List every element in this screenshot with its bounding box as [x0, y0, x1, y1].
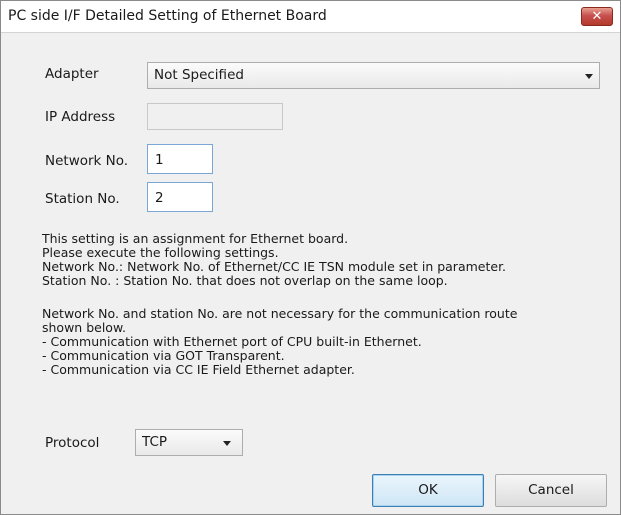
- title-bar: PC side I/F Detailed Setting of Ethernet…: [1, 1, 620, 33]
- ethernet-board-settings-dialog: PC side I/F Detailed Setting of Ethernet…: [0, 0, 621, 515]
- close-button[interactable]: ✕: [581, 7, 613, 26]
- adapter-selected-value: Not Specified: [154, 67, 244, 83]
- network-no-value: 1: [155, 152, 164, 168]
- ip-address-label: IP Address: [45, 109, 116, 125]
- ip-address-field: [147, 103, 283, 130]
- description-line: - Communication via GOT Transparent.: [42, 348, 285, 363]
- description-line: Network No. and station No. are not nece…: [42, 306, 518, 321]
- network-no-label: Network No.: [45, 153, 129, 169]
- description-line: Network No.: Network No. of Ethernet/CC …: [42, 259, 507, 274]
- protocol-label: Protocol: [45, 435, 100, 451]
- protocol-selected-value: TCP: [142, 434, 168, 450]
- station-no-field[interactable]: 2: [147, 182, 213, 212]
- adapter-label: Adapter: [45, 66, 99, 82]
- description-line: Please execute the following settings.: [42, 245, 279, 260]
- close-icon: ✕: [591, 9, 603, 24]
- description-line: - Communication via CC IE Field Ethernet…: [42, 362, 355, 377]
- station-no-label: Station No.: [45, 191, 120, 207]
- description-line: This setting is an assignment for Ethern…: [42, 231, 349, 246]
- ok-button[interactable]: OK: [372, 474, 484, 507]
- cancel-button[interactable]: Cancel: [495, 474, 607, 507]
- chevron-down-icon: [223, 441, 231, 446]
- adapter-select[interactable]: Not Specified: [147, 62, 600, 89]
- description-line: - Communication with Ethernet port of CP…: [42, 334, 422, 349]
- description-line: shown below.: [42, 320, 126, 335]
- network-no-field[interactable]: 1: [147, 144, 213, 174]
- chevron-down-icon: [585, 74, 593, 79]
- station-no-value: 2: [155, 190, 164, 206]
- description-line: Station No. : Station No. that does not …: [42, 273, 448, 288]
- protocol-select[interactable]: TCP: [135, 429, 243, 456]
- dialog-title: PC side I/F Detailed Setting of Ethernet…: [8, 8, 327, 24]
